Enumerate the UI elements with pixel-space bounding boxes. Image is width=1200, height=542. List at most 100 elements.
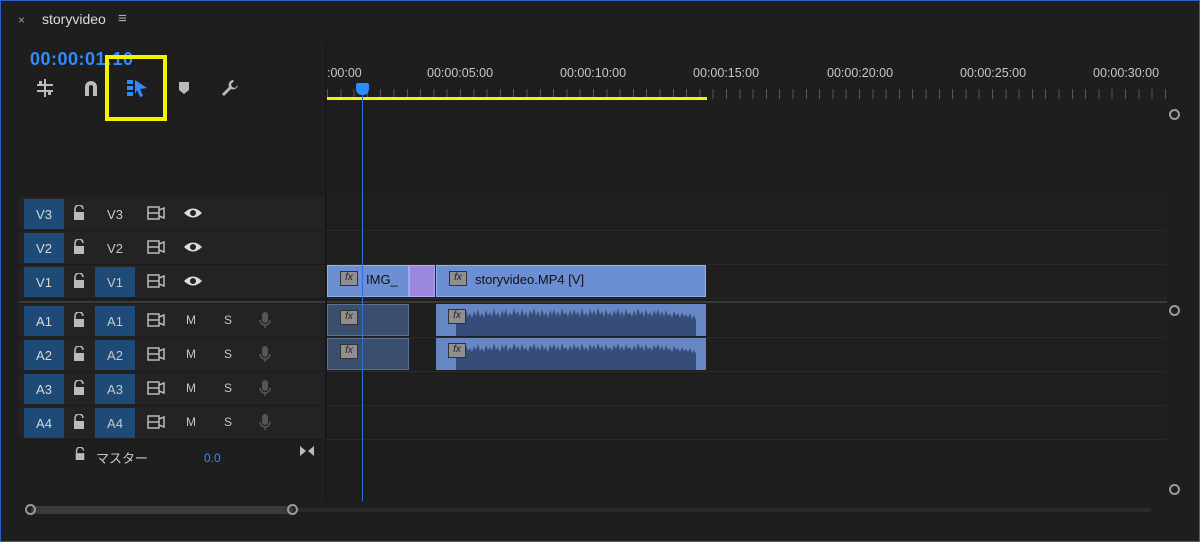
eye-icon[interactable] bbox=[183, 275, 203, 287]
sync-lock-icon[interactable] bbox=[147, 381, 165, 395]
source-patch-a2[interactable]: A2 bbox=[24, 340, 64, 370]
audio-waveform bbox=[456, 343, 696, 370]
target-track-a3[interactable]: A3 bbox=[95, 374, 135, 404]
go-to-end-icon[interactable] bbox=[299, 445, 315, 457]
horizontal-zoom-scrollbar[interactable] bbox=[23, 503, 1167, 517]
sync-lock-icon[interactable] bbox=[147, 415, 165, 429]
sync-lock-icon[interactable] bbox=[147, 347, 165, 361]
microphone-icon[interactable] bbox=[259, 311, 271, 329]
settings-wrench-icon[interactable] bbox=[217, 77, 243, 99]
lock-icon[interactable] bbox=[72, 312, 86, 328]
solo-button[interactable]: S bbox=[224, 415, 232, 429]
solo-button[interactable]: S bbox=[224, 347, 232, 361]
transition-clip[interactable] bbox=[409, 265, 435, 297]
target-track-v1[interactable]: V1 bbox=[95, 267, 135, 297]
add-marker-icon[interactable] bbox=[171, 77, 197, 99]
audio-clip-storyvideo-a2[interactable]: fx bbox=[436, 338, 706, 370]
mute-button[interactable]: M bbox=[186, 313, 196, 327]
mute-button[interactable]: M bbox=[186, 415, 196, 429]
work-area-bar[interactable] bbox=[327, 97, 707, 100]
video-clip-img[interactable]: fx IMG_ bbox=[327, 265, 409, 297]
source-patch-v2[interactable]: V2 bbox=[24, 233, 64, 263]
source-patch-a3[interactable]: A3 bbox=[24, 374, 64, 404]
ruler-label: 00:00:05:00 bbox=[427, 66, 494, 80]
zoom-handle-right[interactable] bbox=[287, 504, 298, 515]
track-lane-v3[interactable] bbox=[327, 197, 1167, 231]
track-lane-a3[interactable] bbox=[327, 372, 1167, 406]
source-patch-a1[interactable]: A1 bbox=[24, 306, 64, 336]
panel-tab-bar: × storyvideo ≡ bbox=[1, 1, 1199, 39]
zoom-handle-left[interactable] bbox=[25, 504, 36, 515]
insert-nest-icon[interactable] bbox=[32, 77, 58, 99]
playhead-handle[interactable] bbox=[356, 83, 369, 95]
audio-clip-img-a2[interactable]: fx bbox=[327, 338, 409, 370]
lock-icon[interactable] bbox=[72, 239, 86, 255]
close-tab-icon[interactable]: × bbox=[18, 13, 25, 27]
clip-name: storyvideo.MP4 [V] bbox=[475, 272, 585, 287]
fx-badge: fx bbox=[340, 271, 358, 286]
target-track-v3[interactable]: V3 bbox=[95, 199, 135, 229]
clip-name: IMG_ bbox=[366, 272, 398, 287]
snap-magnet-icon[interactable] bbox=[78, 77, 104, 99]
time-ruler[interactable]: :00:00 00:00:05:00 00:00:10:00 00:00:15:… bbox=[327, 41, 1167, 101]
ruler-label: :00:00 bbox=[327, 66, 362, 80]
audio-scroll-handle-bottom[interactable] bbox=[1169, 484, 1180, 495]
video-audio-divider[interactable] bbox=[19, 301, 325, 303]
lock-icon[interactable] bbox=[72, 273, 86, 289]
panel-menu-icon[interactable]: ≡ bbox=[118, 10, 127, 27]
source-patch-v3[interactable]: V3 bbox=[24, 199, 64, 229]
fx-badge: fx bbox=[449, 271, 467, 286]
microphone-icon[interactable] bbox=[259, 379, 271, 397]
lock-icon[interactable] bbox=[72, 414, 86, 430]
sync-lock-icon[interactable] bbox=[147, 274, 165, 288]
sequence-tab-title[interactable]: storyvideo bbox=[42, 11, 106, 27]
eye-icon[interactable] bbox=[183, 207, 203, 219]
target-track-a2[interactable]: A2 bbox=[95, 340, 135, 370]
scrollbar-thumb[interactable] bbox=[31, 506, 293, 514]
audio-clip-img-a1[interactable]: fx bbox=[327, 304, 409, 336]
video-scroll-handle[interactable] bbox=[1169, 109, 1180, 120]
track-header-a4: A4 A4 M S bbox=[19, 406, 325, 440]
lock-icon[interactable] bbox=[72, 380, 86, 396]
sync-lock-icon[interactable] bbox=[147, 240, 165, 254]
mute-button[interactable]: M bbox=[186, 347, 196, 361]
solo-button[interactable]: S bbox=[224, 313, 232, 327]
timeline-panel: × storyvideo ≡ 00:00:01:10 :00:00 00:00:… bbox=[0, 0, 1200, 542]
track-header-v2: V2 V2 bbox=[19, 231, 325, 265]
microphone-icon[interactable] bbox=[259, 345, 271, 363]
ruler-label: 00:00:15:00 bbox=[693, 66, 760, 80]
source-patch-a4[interactable]: A4 bbox=[24, 408, 64, 438]
track-lane-a4[interactable] bbox=[327, 406, 1167, 440]
track-lane-v2[interactable] bbox=[327, 231, 1167, 265]
playhead-line bbox=[362, 89, 363, 501]
sync-lock-icon[interactable] bbox=[147, 206, 165, 220]
master-volume-value[interactable]: 0.0 bbox=[204, 451, 221, 465]
microphone-icon[interactable] bbox=[259, 413, 271, 431]
target-track-a4[interactable]: A4 bbox=[95, 408, 135, 438]
track-header-v3: V3 V3 bbox=[19, 197, 325, 231]
sync-lock-icon[interactable] bbox=[147, 313, 165, 327]
fx-badge: fx bbox=[340, 344, 358, 359]
audio-scroll-handle-top[interactable] bbox=[1169, 305, 1180, 316]
source-patch-v1[interactable]: V1 bbox=[24, 267, 64, 297]
lock-icon[interactable] bbox=[72, 205, 86, 221]
ruler-label: 00:00:30:00 bbox=[1093, 66, 1160, 80]
fx-badge: fx bbox=[448, 309, 466, 324]
master-lock-icon[interactable] bbox=[74, 447, 86, 461]
ruler-label: 00:00:20:00 bbox=[827, 66, 894, 80]
fx-badge: fx bbox=[448, 343, 466, 358]
fx-badge: fx bbox=[340, 310, 358, 325]
solo-button[interactable]: S bbox=[224, 381, 232, 395]
eye-icon[interactable] bbox=[183, 241, 203, 253]
video-audio-divider[interactable] bbox=[327, 301, 1167, 303]
ruler-label: 00:00:10:00 bbox=[560, 66, 627, 80]
lock-icon[interactable] bbox=[72, 346, 86, 362]
mute-button[interactable]: M bbox=[186, 381, 196, 395]
master-track-label: マスター bbox=[96, 451, 149, 466]
target-track-a1[interactable]: A1 bbox=[95, 306, 135, 336]
target-track-v2[interactable]: V2 bbox=[95, 233, 135, 263]
video-clip-storyvideo[interactable]: fx storyvideo.MP4 [V] bbox=[436, 265, 706, 297]
audio-clip-storyvideo-a1[interactable]: fx bbox=[436, 304, 706, 336]
track-header-a3: A3 A3 M S bbox=[19, 372, 325, 406]
track-header-a1: A1 A1 M S bbox=[19, 304, 325, 338]
